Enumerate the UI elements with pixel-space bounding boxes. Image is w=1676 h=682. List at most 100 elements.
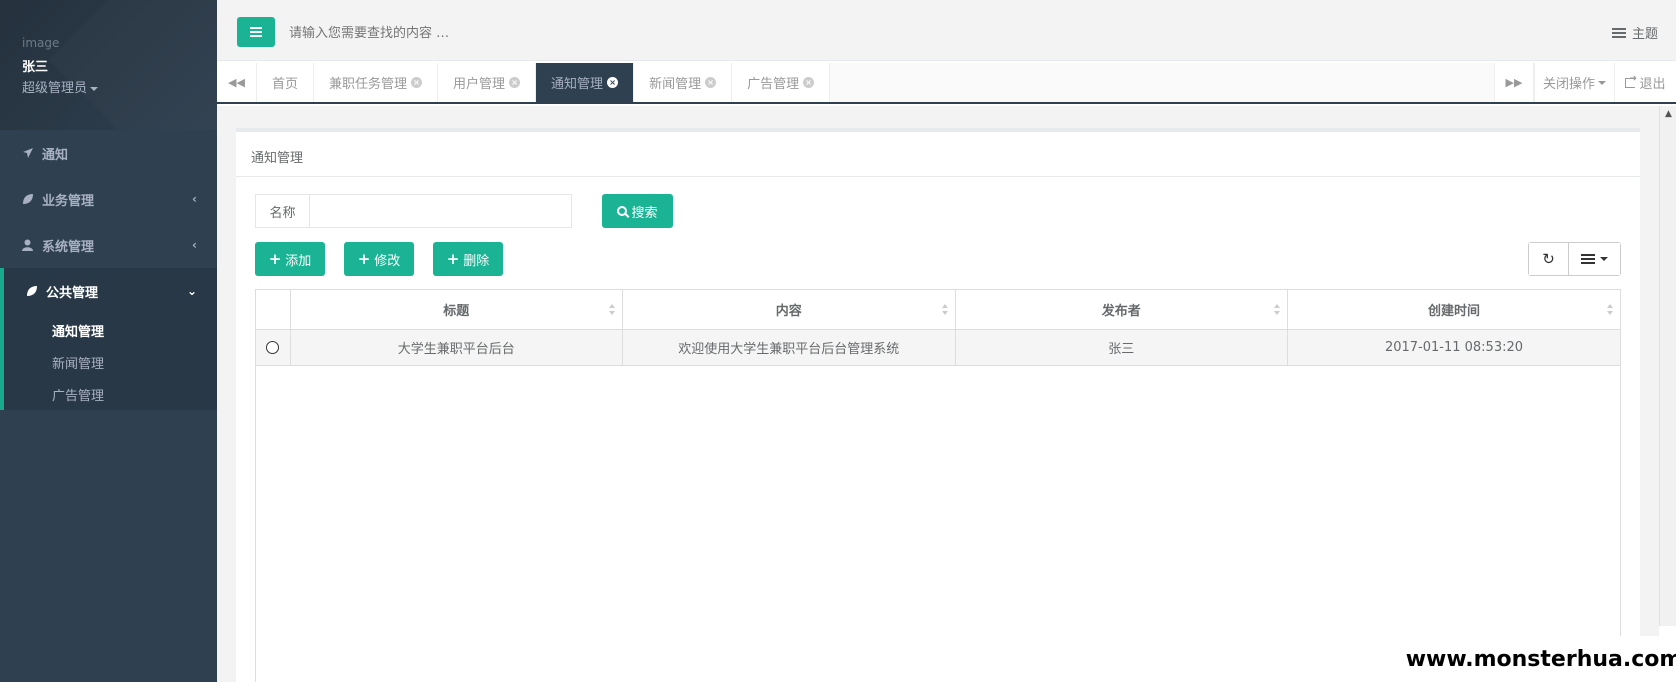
caret-down-icon <box>1598 80 1606 85</box>
theme-label: 主题 <box>1631 27 1658 42</box>
sort-icon <box>609 304 616 315</box>
backward-icon: ◀◀ <box>228 76 245 89</box>
table-cell: 张三 <box>955 329 1288 366</box>
logout-label: 退出 <box>1639 77 1666 92</box>
table-cell: 欢迎使用大学生兼职平台后台管理系统 <box>622 329 956 366</box>
caret-down-icon <box>1600 257 1608 261</box>
refresh-icon: ↻ <box>1542 250 1555 268</box>
search-button-label: 搜索 <box>631 205 658 221</box>
name-input-group: 名称 <box>255 194 572 228</box>
tab-label: 广告管理 <box>747 77 800 92</box>
plus-icon: + <box>268 250 282 268</box>
leaf-icon <box>22 193 42 205</box>
tabs-bar: ◀◀ 首页 兼职任务管理 × 用户管理 × 通知管理 × 新闻管理 × 广告管理 × ▶▶… <box>217 63 1676 104</box>
edit-button-label: 修改 <box>374 253 401 269</box>
column-header-publisher[interactable]: 发布者 <box>955 290 1288 330</box>
delete-button-label: 删除 <box>463 253 490 269</box>
sort-icon <box>1274 304 1281 315</box>
tab-scroll-right-button[interactable]: ▶▶ <box>1494 63 1534 102</box>
chevron-left-icon: ‹ <box>192 238 197 252</box>
caret-down-icon <box>90 86 99 91</box>
user-name: 张三 <box>22 60 49 75</box>
sidebar-subitem-notice-manage[interactable]: 通知管理 <box>4 314 217 346</box>
close-icon[interactable]: × <box>607 77 619 88</box>
main-content: 通知管理 名称 搜索 + 添加 + 修改 + 删除 ↻ 标题 内容 发布者 创建… <box>217 106 1659 682</box>
refresh-button[interactable]: ↻ <box>1529 243 1568 275</box>
close-icon[interactable]: × <box>803 77 815 88</box>
top-search-input[interactable] <box>289 22 689 44</box>
top-header: 主题 <box>217 0 1676 61</box>
close-ops-dropdown[interactable]: 关闭操作 <box>1533 63 1614 102</box>
tab-parttime[interactable]: 兼职任务管理 × <box>314 63 439 102</box>
delete-button[interactable]: + 删除 <box>433 242 503 276</box>
column-header-label: 发布者 <box>1101 303 1141 319</box>
table-row[interactable]: 大学生兼职平台后台 欢迎使用大学生兼职平台后台管理系统 张三 2017-01-1… <box>256 329 1620 366</box>
close-icon[interactable]: × <box>411 77 423 88</box>
tab-home[interactable]: 首页 <box>257 63 315 102</box>
search-icon <box>617 206 628 216</box>
close-icon[interactable]: × <box>509 77 521 88</box>
sidebar-item-label: 通知 <box>42 147 69 163</box>
column-header-created[interactable]: 创建时间 <box>1287 290 1620 330</box>
sidebar-item-label: 系统管理 <box>42 239 95 255</box>
tab-user[interactable]: 用户管理 × <box>438 63 537 102</box>
data-table: 标题 内容 发布者 创建时间 大学生兼职平台后台 欢迎使用大学生兼职平台后台管理… <box>255 289 1621 682</box>
name-field[interactable] <box>310 195 571 227</box>
sign-out-icon <box>1625 74 1637 88</box>
list-icon <box>1611 27 1626 38</box>
avatar[interactable]: image <box>22 36 217 54</box>
chevron-left-icon: ‹ <box>192 192 197 206</box>
user-icon <box>22 239 42 251</box>
sidebar-item-notice[interactable]: 通知 <box>0 130 217 176</box>
sidebar-item-system[interactable]: 系统管理 ‹ <box>0 222 217 268</box>
sidebar-item-business[interactable]: 业务管理 ‹ <box>0 176 217 222</box>
table-header-row: 标题 内容 发布者 创建时间 <box>256 290 1620 330</box>
tab-notice[interactable]: 通知管理 × <box>536 63 635 102</box>
sidebar-subitem-news-manage[interactable]: 新闻管理 <box>4 346 217 378</box>
hamburger-icon <box>250 31 262 33</box>
plus-icon: + <box>357 250 371 268</box>
plus-icon: + <box>446 250 460 268</box>
row-select-cell <box>256 329 291 366</box>
table-tools: ↻ <box>1528 242 1621 276</box>
notice-panel: 通知管理 名称 搜索 + 添加 + 修改 + 删除 ↻ 标题 内容 发布者 创建… <box>236 128 1640 682</box>
add-button[interactable]: + 添加 <box>255 242 325 276</box>
close-icon[interactable]: × <box>705 77 717 88</box>
tab-label: 首页 <box>272 77 299 92</box>
profile: image 张三 超级管理员 <box>0 0 217 130</box>
sort-icon <box>1607 304 1614 315</box>
edit-button[interactable]: + 修改 <box>344 242 414 276</box>
forward-icon: ▶▶ <box>1505 76 1523 89</box>
user-role-dropdown[interactable]: 超级管理员 <box>22 77 217 96</box>
panel-title: 通知管理 <box>236 132 1640 177</box>
select-column-header <box>256 290 291 330</box>
toolbar: + 添加 + 修改 + 删除 <box>255 242 503 276</box>
tab-scroll-left-button[interactable]: ◀◀ <box>217 63 257 102</box>
vertical-scrollbar[interactable]: ▲ <box>1659 106 1676 626</box>
sidebar-group-public: 公共管理 ⌄ 通知管理 新闻管理 广告管理 <box>0 268 217 410</box>
name-label: 名称 <box>256 195 310 227</box>
tab-ads[interactable]: 广告管理 × <box>732 63 831 102</box>
tab-label: 通知管理 <box>551 77 604 92</box>
search-button[interactable]: 搜索 <box>602 194 673 228</box>
paper-plane-icon <box>22 147 42 159</box>
scroll-up-icon[interactable]: ▲ <box>1660 106 1676 123</box>
column-header-label: 创建时间 <box>1427 303 1480 319</box>
row-radio[interactable] <box>266 340 280 354</box>
list-icon <box>1581 254 1595 264</box>
tab-news[interactable]: 新闻管理 × <box>634 63 733 102</box>
logout-button[interactable]: 退出 <box>1614 63 1676 102</box>
page-tabs: 首页 兼职任务管理 × 用户管理 × 通知管理 × 新闻管理 × 广告管理 × <box>257 63 831 102</box>
sidebar-subitem-ad-manage[interactable]: 广告管理 <box>4 378 217 410</box>
theme-button[interactable]: 主题 <box>1611 23 1658 42</box>
column-header-label: 标题 <box>443 303 470 319</box>
leaf-icon <box>26 285 46 297</box>
add-button-label: 添加 <box>285 253 312 269</box>
columns-dropdown-button[interactable] <box>1568 243 1620 275</box>
sidebar-item-public[interactable]: 公共管理 ⌄ <box>4 268 217 314</box>
watermark: www.monsterhua.com <box>1406 636 1676 682</box>
column-header-content[interactable]: 内容 <box>622 290 956 330</box>
table-cell: 2017-01-11 08:53:20 <box>1287 329 1620 366</box>
column-header-title[interactable]: 标题 <box>290 290 623 330</box>
menu-toggle-button[interactable] <box>237 17 275 47</box>
